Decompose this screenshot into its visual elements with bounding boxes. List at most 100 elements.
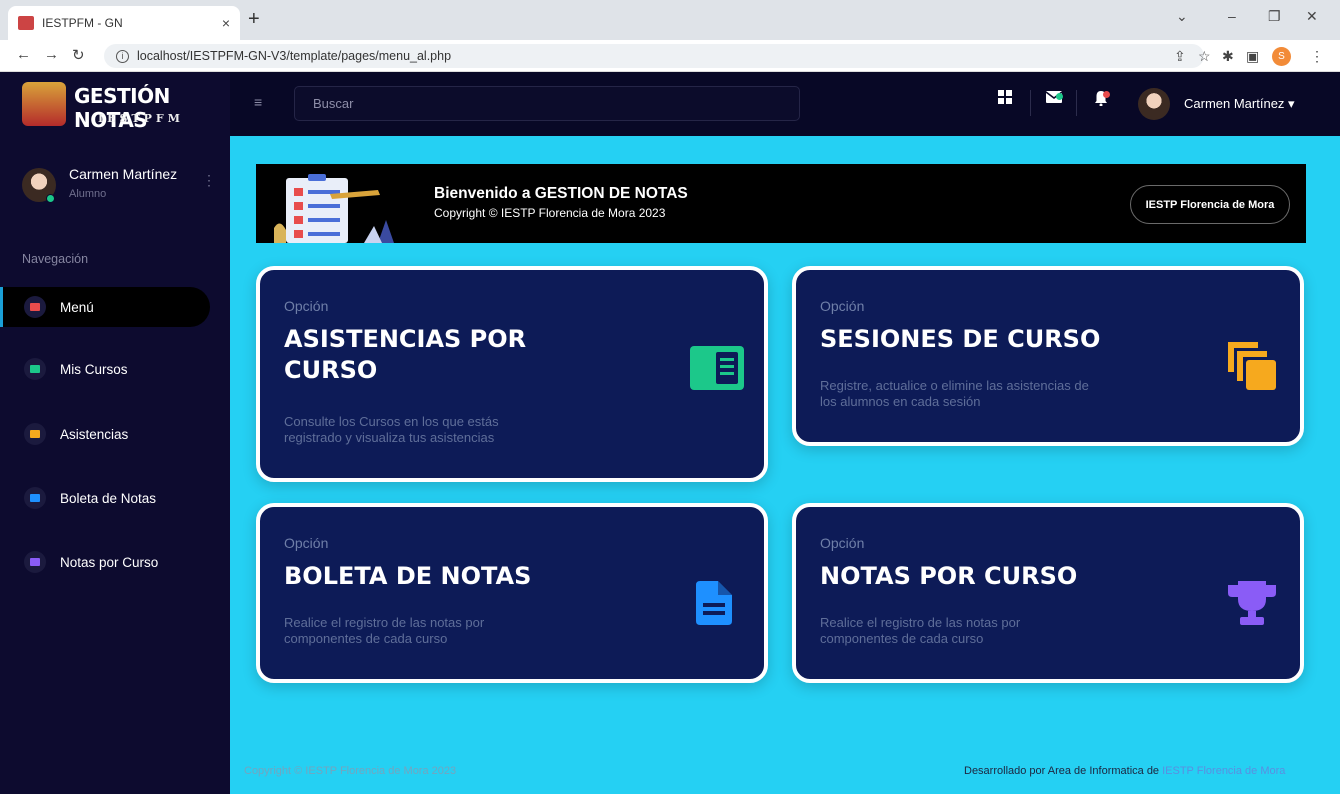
- card-kicker: Opción: [284, 298, 329, 314]
- new-tab-button[interactable]: +: [248, 8, 260, 31]
- welcome-banner: Bienvenido a GESTION DE NOTAS Copyright …: [256, 164, 1306, 243]
- sidebar-item-asistencias[interactable]: Asistencias: [0, 414, 210, 454]
- footer-copyright: Copyright © IESTP Florencia de Mora 2023: [244, 765, 457, 777]
- tab-close-icon[interactable]: ×: [222, 15, 230, 31]
- apps-grid-icon[interactable]: [998, 90, 1012, 107]
- share-icon[interactable]: ⇪: [1174, 48, 1186, 65]
- card-title-line: NOTAS POR CURSO: [820, 562, 1078, 590]
- browser-tabbar: IESTPFM - GN × + ⌄ – ❐ ✕: [0, 0, 1340, 40]
- file-icon: [24, 487, 46, 509]
- notification-dot: [1103, 91, 1110, 98]
- mail-status-dot: [1056, 93, 1063, 100]
- sidebar: Carmen Martínez Alumno ⋮ Navegación Menú…: [0, 136, 230, 794]
- menu-toggle-icon[interactable]: ≡: [254, 94, 262, 110]
- card-description-line: Registre, actualice o elimine las asiste…: [820, 378, 1089, 393]
- card-asistencias-por-curso[interactable]: Opción ASISTENCIAS POR CURSO Consulte lo…: [256, 266, 768, 482]
- card-description: Realice el registro de las notas por com…: [820, 615, 1020, 647]
- sidebar-item-label: Asistencias: [60, 426, 129, 442]
- card-title-line: CURSO: [284, 356, 378, 384]
- kebab-menu-icon[interactable]: ⋮: [202, 172, 216, 189]
- card-title-line: BOLETA DE NOTAS: [284, 562, 532, 590]
- logo-icon: [22, 82, 66, 126]
- banner-copyright: Copyright © IESTP Florencia de Mora 2023: [434, 206, 666, 220]
- id-card-icon: [24, 358, 46, 380]
- footer-institution-link[interactable]: IESTP Florencia de Mora: [1162, 765, 1285, 777]
- banner-title: Bienvenido a GESTION DE NOTAS: [434, 185, 688, 202]
- footer-credits-text: Desarrollado por Area de Informatica de: [964, 765, 1163, 777]
- card-title: BOLETA DE NOTAS: [284, 561, 531, 592]
- card-boleta-de-notas[interactable]: Opción BOLETA DE NOTAS Realice el regist…: [256, 503, 768, 683]
- card-description-line: componentes de cada curso: [284, 631, 448, 646]
- copy-icon: [1228, 342, 1276, 390]
- card-description-line: Consulte los Cursos en los que estás: [284, 414, 499, 429]
- browser-menu-icon[interactable]: ⋮: [1310, 48, 1324, 65]
- brand-subtitle: IESTPFM: [98, 112, 184, 125]
- sidebar-item-notas-por-curso[interactable]: Notas por Curso: [0, 542, 210, 582]
- sidebar-item-label: Notas por Curso: [60, 554, 159, 570]
- card-kicker: Opción: [284, 535, 329, 551]
- card-title: ASISTENCIAS POR CURSO: [284, 324, 526, 386]
- browser-tab[interactable]: IESTPFM - GN ×: [8, 6, 240, 40]
- card-title-line: ASISTENCIAS POR: [284, 325, 527, 353]
- header-divider: [1030, 90, 1031, 116]
- sidebar-item-label: Boleta de Notas: [60, 490, 157, 506]
- card-title: SESIONES DE CURSO: [820, 324, 1100, 355]
- menu-icon: [24, 296, 46, 318]
- institution-button[interactable]: IESTP Florencia de Mora: [1130, 185, 1290, 224]
- online-status-dot: [46, 194, 55, 203]
- browser-toolbar: ← → ↻ i localhost/IESTPFM-GN-V3/template…: [0, 40, 1340, 72]
- footer-credits: Desarrollado por Area de Informatica de …: [964, 765, 1285, 777]
- card-description: Registre, actualice o elimine las asiste…: [820, 378, 1089, 410]
- bookmark-star-icon[interactable]: ☆: [1198, 48, 1211, 65]
- back-icon[interactable]: ←: [16, 46, 31, 63]
- card-title: NOTAS POR CURSO: [820, 561, 1077, 592]
- sidebar-item-label: Mis Cursos: [60, 361, 128, 377]
- user-menu[interactable]: Carmen Martínez ▾: [1184, 96, 1295, 112]
- restore-icon[interactable]: ❐: [1268, 8, 1281, 25]
- nav-section-label: Navegación: [22, 252, 89, 266]
- sidebar-user-name: Carmen Martínez: [69, 166, 178, 182]
- file-icon: [696, 581, 732, 625]
- card-notas-por-curso[interactable]: Opción NOTAS POR CURSO Realice el regist…: [792, 503, 1304, 683]
- close-window-icon[interactable]: ✕: [1306, 8, 1318, 25]
- trophy-icon: [1228, 581, 1276, 625]
- copy-icon: [24, 423, 46, 445]
- card-description-line: registrado y visualiza tus asistencias: [284, 430, 495, 445]
- site-info-icon[interactable]: i: [116, 49, 129, 63]
- brand[interactable]: GESTIÓN NOTAS IESTPFM: [0, 72, 230, 136]
- sidebar-item-menu[interactable]: Menú: [0, 287, 210, 327]
- app-header: GESTIÓN NOTAS IESTPFM ≡ Carmen Martínez …: [0, 72, 1340, 136]
- sidebar-user-role: Alumno: [69, 188, 107, 200]
- card-title-line: SESIONES DE CURSO: [820, 325, 1101, 353]
- card-description-line: componentes de cada curso: [820, 631, 984, 646]
- sidebar-item-boleta-de-notas[interactable]: Boleta de Notas: [0, 478, 210, 518]
- avatar[interactable]: [1138, 88, 1170, 120]
- trophy-icon: [24, 551, 46, 573]
- tab-title: IESTPFM - GN: [42, 16, 123, 30]
- card-description-line: Realice el registro de las notas por: [820, 615, 1021, 630]
- minimize-icon[interactable]: –: [1228, 8, 1236, 24]
- card-kicker: Opción: [820, 535, 865, 551]
- url-text: localhost/IESTPFM-GN-V3/template/pages/m…: [137, 49, 452, 63]
- forward-icon[interactable]: →: [44, 46, 59, 63]
- sidebar-item-mis-cursos[interactable]: Mis Cursos: [0, 349, 210, 389]
- extensions-icon[interactable]: ✱: [1222, 48, 1234, 65]
- address-bar[interactable]: i localhost/IESTPFM-GN-V3/template/pages…: [104, 44, 1204, 68]
- reload-icon[interactable]: ↻: [72, 46, 85, 64]
- header-user-name: Carmen Martínez: [1184, 96, 1285, 111]
- card-description: Realice el registro de las notas por com…: [284, 615, 484, 647]
- checklist-illustration: [274, 174, 394, 243]
- caret-down-icon: ▾: [1288, 96, 1295, 111]
- card-kicker: Opción: [820, 298, 865, 314]
- id-card-icon: [690, 346, 744, 390]
- search-input[interactable]: [294, 86, 800, 121]
- card-description-line: los alumnos en cada sesión: [820, 394, 981, 409]
- sidebar-item-label: Menú: [60, 299, 94, 315]
- tab-search-chevron-icon[interactable]: ⌄: [1176, 8, 1188, 25]
- side-panel-icon[interactable]: ▣: [1246, 48, 1259, 65]
- card-description-line: Realice el registro de las notas por: [284, 615, 485, 630]
- header-divider: [1076, 90, 1077, 116]
- card-description: Consulte los Cursos en los que estás reg…: [284, 414, 499, 446]
- browser-profile-avatar[interactable]: S: [1272, 47, 1291, 66]
- card-sesiones-de-curso[interactable]: Opción SESIONES DE CURSO Registre, actua…: [792, 266, 1304, 446]
